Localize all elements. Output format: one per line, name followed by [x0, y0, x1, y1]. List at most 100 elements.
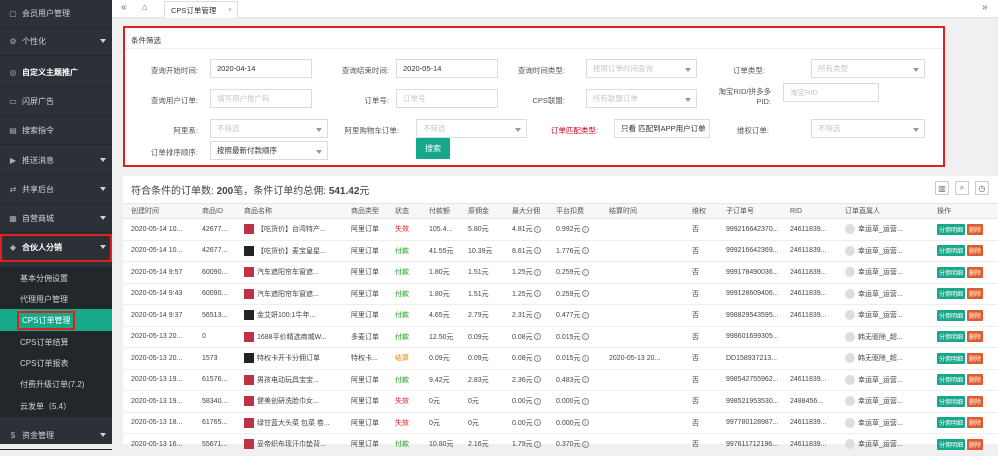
sidebar-item-5[interactable]: ▶ 推送消息: [0, 147, 112, 175]
sidebar-item-3[interactable]: ▭ 闪屏广告: [0, 88, 112, 116]
sidebar-item-4[interactable]: ▤ 搜索指令: [0, 117, 112, 145]
delete-button[interactable]: 删除: [967, 374, 984, 386]
search-button[interactable]: 搜索: [416, 138, 450, 159]
commission-detail-button[interactable]: 分佣明细: [937, 395, 966, 407]
delete-button[interactable]: 删除: [967, 309, 984, 321]
ali-select[interactable]: 不筛选: [210, 119, 328, 138]
info-icon[interactable]: i: [533, 419, 541, 427]
clock-icon[interactable]: ◷: [975, 181, 989, 195]
sidebar-item-6[interactable]: ⇄ 共享后台: [0, 176, 112, 204]
sidebar-item-2[interactable]: ◎ 自定义主题推广: [0, 59, 112, 87]
table-row[interactable]: 2020-05-14 9:43 60090... 汽车遮阳帘车窗遮... 阿里订单 付款…: [123, 283, 998, 305]
table-cell: 0.00元 i: [504, 412, 548, 434]
rights-select[interactable]: 不筛选: [811, 119, 925, 138]
rid-input[interactable]: 淘宝RID: [783, 83, 879, 102]
table-row[interactable]: 2020-05-13 16... 55671... 妥帝织布现汗巾垫背... 阿里订单…: [123, 433, 998, 456]
commission-detail-button[interactable]: 分佣明细: [937, 288, 966, 300]
table-cell: 55671...: [194, 433, 236, 456]
table-row[interactable]: 2020-05-14 10... 42677... 【吃货价】麦宝皇星... 阿里订单…: [123, 240, 998, 262]
delete-button[interactable]: 删除: [967, 417, 984, 429]
commission-detail-button[interactable]: 分佣明细: [937, 438, 966, 450]
commission-detail-button[interactable]: 分佣明细: [937, 223, 966, 235]
info-icon[interactable]: i: [581, 333, 589, 341]
time-type-select[interactable]: 按照订单时间查询: [586, 59, 697, 78]
table-row[interactable]: 2020-05-13 18... 61765... 绿甘蓝大头菜 包菜 卷... 阿里…: [123, 412, 998, 434]
sidebar-subitem-2[interactable]: CPS订单管理: [0, 309, 112, 331]
sidebar-item-0[interactable]: ▢ 会员用户管理: [0, 0, 112, 28]
info-icon[interactable]: i: [533, 397, 541, 405]
table-cell: 24611839...: [782, 304, 837, 327]
table-row[interactable]: 2020-05-14 9:37 56513... 金艾妍100:1牛年... 阿里订单…: [123, 304, 998, 327]
end-time-input[interactable]: 2020-05-14: [396, 59, 498, 78]
sidebar-item-8[interactable]: ◆ 合伙人分销: [0, 234, 112, 262]
table-row[interactable]: 2020-05-14 10... 42677... 【吃货价】台湾特产... 阿里订单…: [123, 218, 998, 241]
sidebar-item-7[interactable]: ▦ 自营商城: [0, 205, 112, 233]
order-type-select[interactable]: 所有类型: [811, 59, 925, 78]
info-icon[interactable]: i: [533, 268, 541, 276]
table-cell: 8.61元 i: [504, 240, 548, 262]
sort-select[interactable]: 按照最新付款顺序: [210, 141, 328, 160]
info-icon[interactable]: i: [581, 419, 589, 427]
home-icon[interactable]: ⌂: [142, 2, 147, 12]
info-icon[interactable]: i: [581, 290, 589, 298]
info-icon[interactable]: i: [581, 311, 589, 319]
info-icon[interactable]: i: [533, 290, 541, 298]
info-icon[interactable]: i: [581, 247, 589, 255]
commission-detail-button[interactable]: 分佣明细: [937, 374, 966, 386]
info-icon[interactable]: i: [581, 225, 589, 233]
table-row[interactable]: 2020-05-14 9:57 60090... 汽车遮阳帘车窗遮... 阿里订单 付款…: [123, 261, 998, 284]
order-no-input[interactable]: 订单号: [396, 89, 498, 108]
info-icon[interactable]: i: [533, 247, 541, 255]
sidebar-subitem-4[interactable]: CPS订单报表: [0, 352, 112, 374]
columns-icon[interactable]: ▥: [935, 181, 949, 195]
ali-cart-select[interactable]: 不筛选: [416, 119, 527, 138]
commission-detail-button[interactable]: 分佣明细: [937, 417, 966, 429]
sidebar-item-1[interactable]: ⚙ 个性化: [0, 28, 112, 56]
status-badge: 付款: [395, 269, 409, 277]
table-row[interactable]: 2020-05-13 19... 61576... 男孩电动玩具宝宝... 阿里订单付…: [123, 369, 998, 391]
commission-detail-button[interactable]: 分佣明细: [937, 266, 966, 278]
sidebar-subitem-5[interactable]: 付费升级订单(7.2): [0, 373, 112, 395]
info-icon[interactable]: i: [581, 268, 589, 276]
delete-button[interactable]: 删除: [967, 223, 984, 235]
delete-button[interactable]: 删除: [967, 352, 984, 364]
delete-button[interactable]: 删除: [967, 438, 984, 450]
info-icon[interactable]: i: [533, 376, 541, 384]
info-icon[interactable]: i: [533, 354, 541, 362]
delete-button[interactable]: 删除: [967, 395, 984, 407]
match-type-select[interactable]: 只看 匹配到APP用户订单: [614, 119, 710, 138]
search-icon[interactable]: ⌕: [955, 181, 969, 195]
start-time-input[interactable]: 2020-04-14: [210, 59, 312, 78]
info-icon[interactable]: i: [581, 397, 589, 405]
commission-detail-button[interactable]: 分佣明细: [937, 352, 966, 364]
sidebar-item-funds[interactable]: $ 资金管理: [0, 422, 112, 450]
delete-button[interactable]: 删除: [967, 288, 984, 300]
commission-detail-button[interactable]: 分佣明细: [937, 331, 966, 343]
commission-detail-button[interactable]: 分佣明细: [937, 245, 966, 257]
delete-button[interactable]: 删除: [967, 331, 984, 343]
commission-detail-button[interactable]: 分佣明细: [937, 309, 966, 321]
info-icon[interactable]: i: [581, 376, 589, 384]
info-icon[interactable]: i: [581, 440, 589, 448]
table-row[interactable]: 2020-05-13 20... 0 1688平价精选商城W... 多麦订单 付款 12.…: [123, 326, 998, 348]
delete-button[interactable]: 删除: [967, 245, 984, 257]
table-cell: 9.42元: [421, 369, 460, 391]
info-icon[interactable]: i: [533, 333, 541, 341]
close-icon[interactable]: ×: [228, 7, 232, 14]
info-icon[interactable]: i: [533, 225, 541, 233]
info-icon[interactable]: i: [533, 311, 541, 319]
expand-tabs-icon[interactable]: »: [982, 2, 988, 13]
info-icon[interactable]: i: [581, 354, 589, 362]
sidebar-subitem-1[interactable]: 代理用户管理: [0, 288, 112, 310]
info-icon[interactable]: i: [533, 440, 541, 448]
delete-button[interactable]: 删除: [967, 266, 984, 278]
table-row[interactable]: 2020-05-13 20... 1573 特权卡开卡分佣订单 特权卡... 结算 0.0…: [123, 347, 998, 370]
sidebar-subitem-6[interactable]: 云发单（5.4）: [0, 395, 112, 417]
cps-union-select[interactable]: 所有联盟订单: [586, 89, 697, 108]
sidebar-subitem-0[interactable]: 基本分佣设置: [0, 267, 112, 289]
table-row[interactable]: 2020-05-13 19... 58340... 健美创研洗脸巾女... 阿里订单失…: [123, 390, 998, 413]
collapse-sidebar-icon[interactable]: «: [121, 2, 127, 13]
user-order-input[interactable]: 填写用户推广码: [210, 89, 312, 108]
tab-cps-orders[interactable]: CPS订单管理 ×: [164, 1, 238, 18]
sidebar-subitem-3[interactable]: CPS订单结算: [0, 331, 112, 353]
